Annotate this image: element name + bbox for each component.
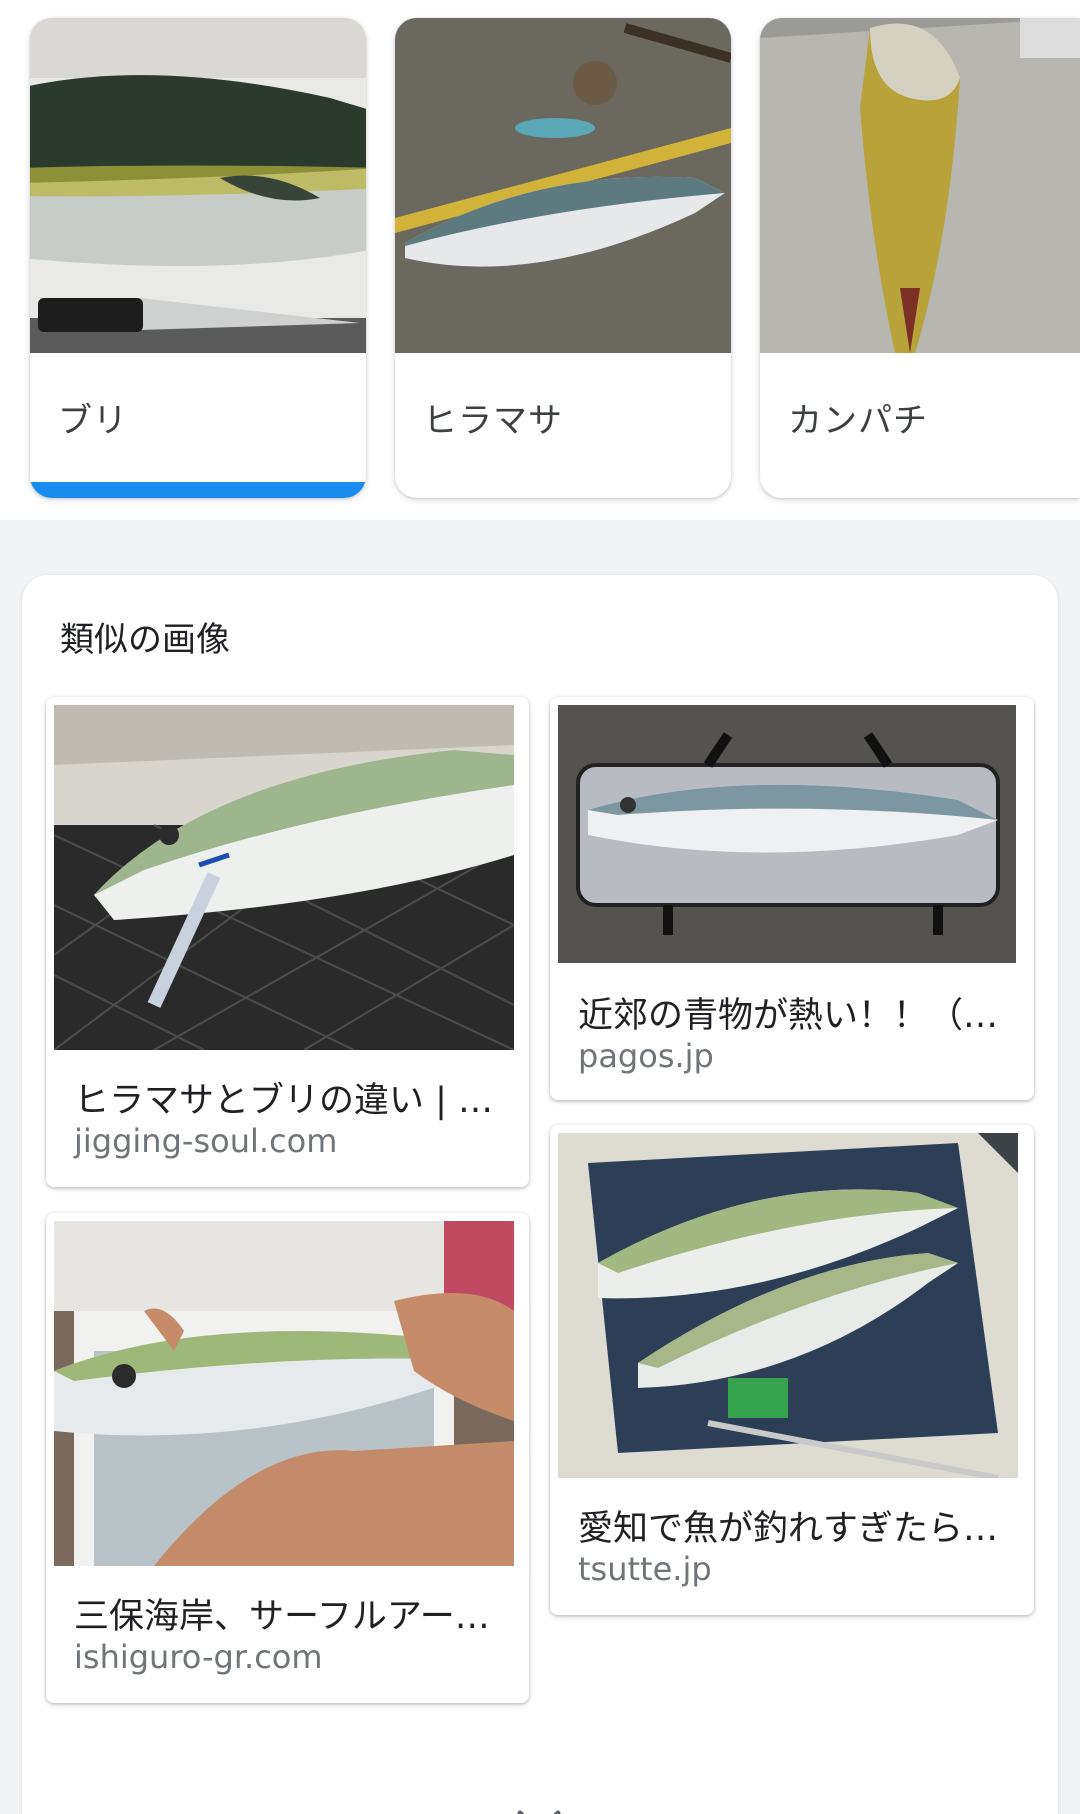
result-title: 三保海岸、サーフルアー… xyxy=(74,1597,490,1637)
suggestion-image-kanpachi xyxy=(760,18,1080,353)
result-source: tsutte.jp xyxy=(578,1550,712,1588)
result-source: pagos.jp xyxy=(578,1037,714,1075)
result-source: ishiguro-gr.com xyxy=(74,1638,323,1676)
result-thumbnail xyxy=(558,705,1016,963)
suggestion-card-buri[interactable]: ブリ xyxy=(30,18,366,498)
result-title: 近郊の青物が熱い！！（… xyxy=(578,996,999,1036)
suggestion-image-buri xyxy=(30,18,366,353)
result-title: ヒラマサとブリの違い | 1… xyxy=(74,1081,504,1121)
similar-images-panel: 類似の画像 ヒラマサとブリの違い | 1… jigging-soul.com 近… xyxy=(22,575,1058,1814)
section-title: 類似の画像 xyxy=(60,620,230,660)
suggestion-card-hiramasa[interactable]: ヒラマサ xyxy=(395,18,731,498)
chevron-down-icon[interactable] xyxy=(514,1805,564,1814)
result-title: 愛知で魚が釣れすぎたら… xyxy=(578,1509,999,1549)
result-thumbnail xyxy=(54,705,514,1050)
similar-result-card[interactable]: 近郊の青物が熱い！！（… pagos.jp xyxy=(550,697,1034,1100)
related-suggestions-row: ブリ ヒラマサ カンパチ xyxy=(0,0,1080,520)
similar-result-card[interactable]: ヒラマサとブリの違い | 1… jigging-soul.com xyxy=(46,697,529,1187)
suggestion-label: ヒラマサ xyxy=(423,401,563,441)
suggestion-image-hiramasa xyxy=(395,18,731,353)
suggestion-label: カンパチ xyxy=(788,401,928,441)
result-thumbnail xyxy=(558,1133,1018,1478)
result-thumbnail xyxy=(54,1221,514,1566)
result-source: jigging-soul.com xyxy=(74,1122,338,1160)
similar-result-card[interactable]: 愛知で魚が釣れすぎたら… tsutte.jp xyxy=(550,1125,1034,1615)
selected-indicator-bar xyxy=(30,482,366,498)
suggestion-card-kanpachi[interactable]: カンパチ xyxy=(760,18,1080,498)
suggestion-label: ブリ xyxy=(58,401,128,441)
similar-result-card[interactable]: 三保海岸、サーフルアー… ishiguro-gr.com xyxy=(46,1213,529,1703)
